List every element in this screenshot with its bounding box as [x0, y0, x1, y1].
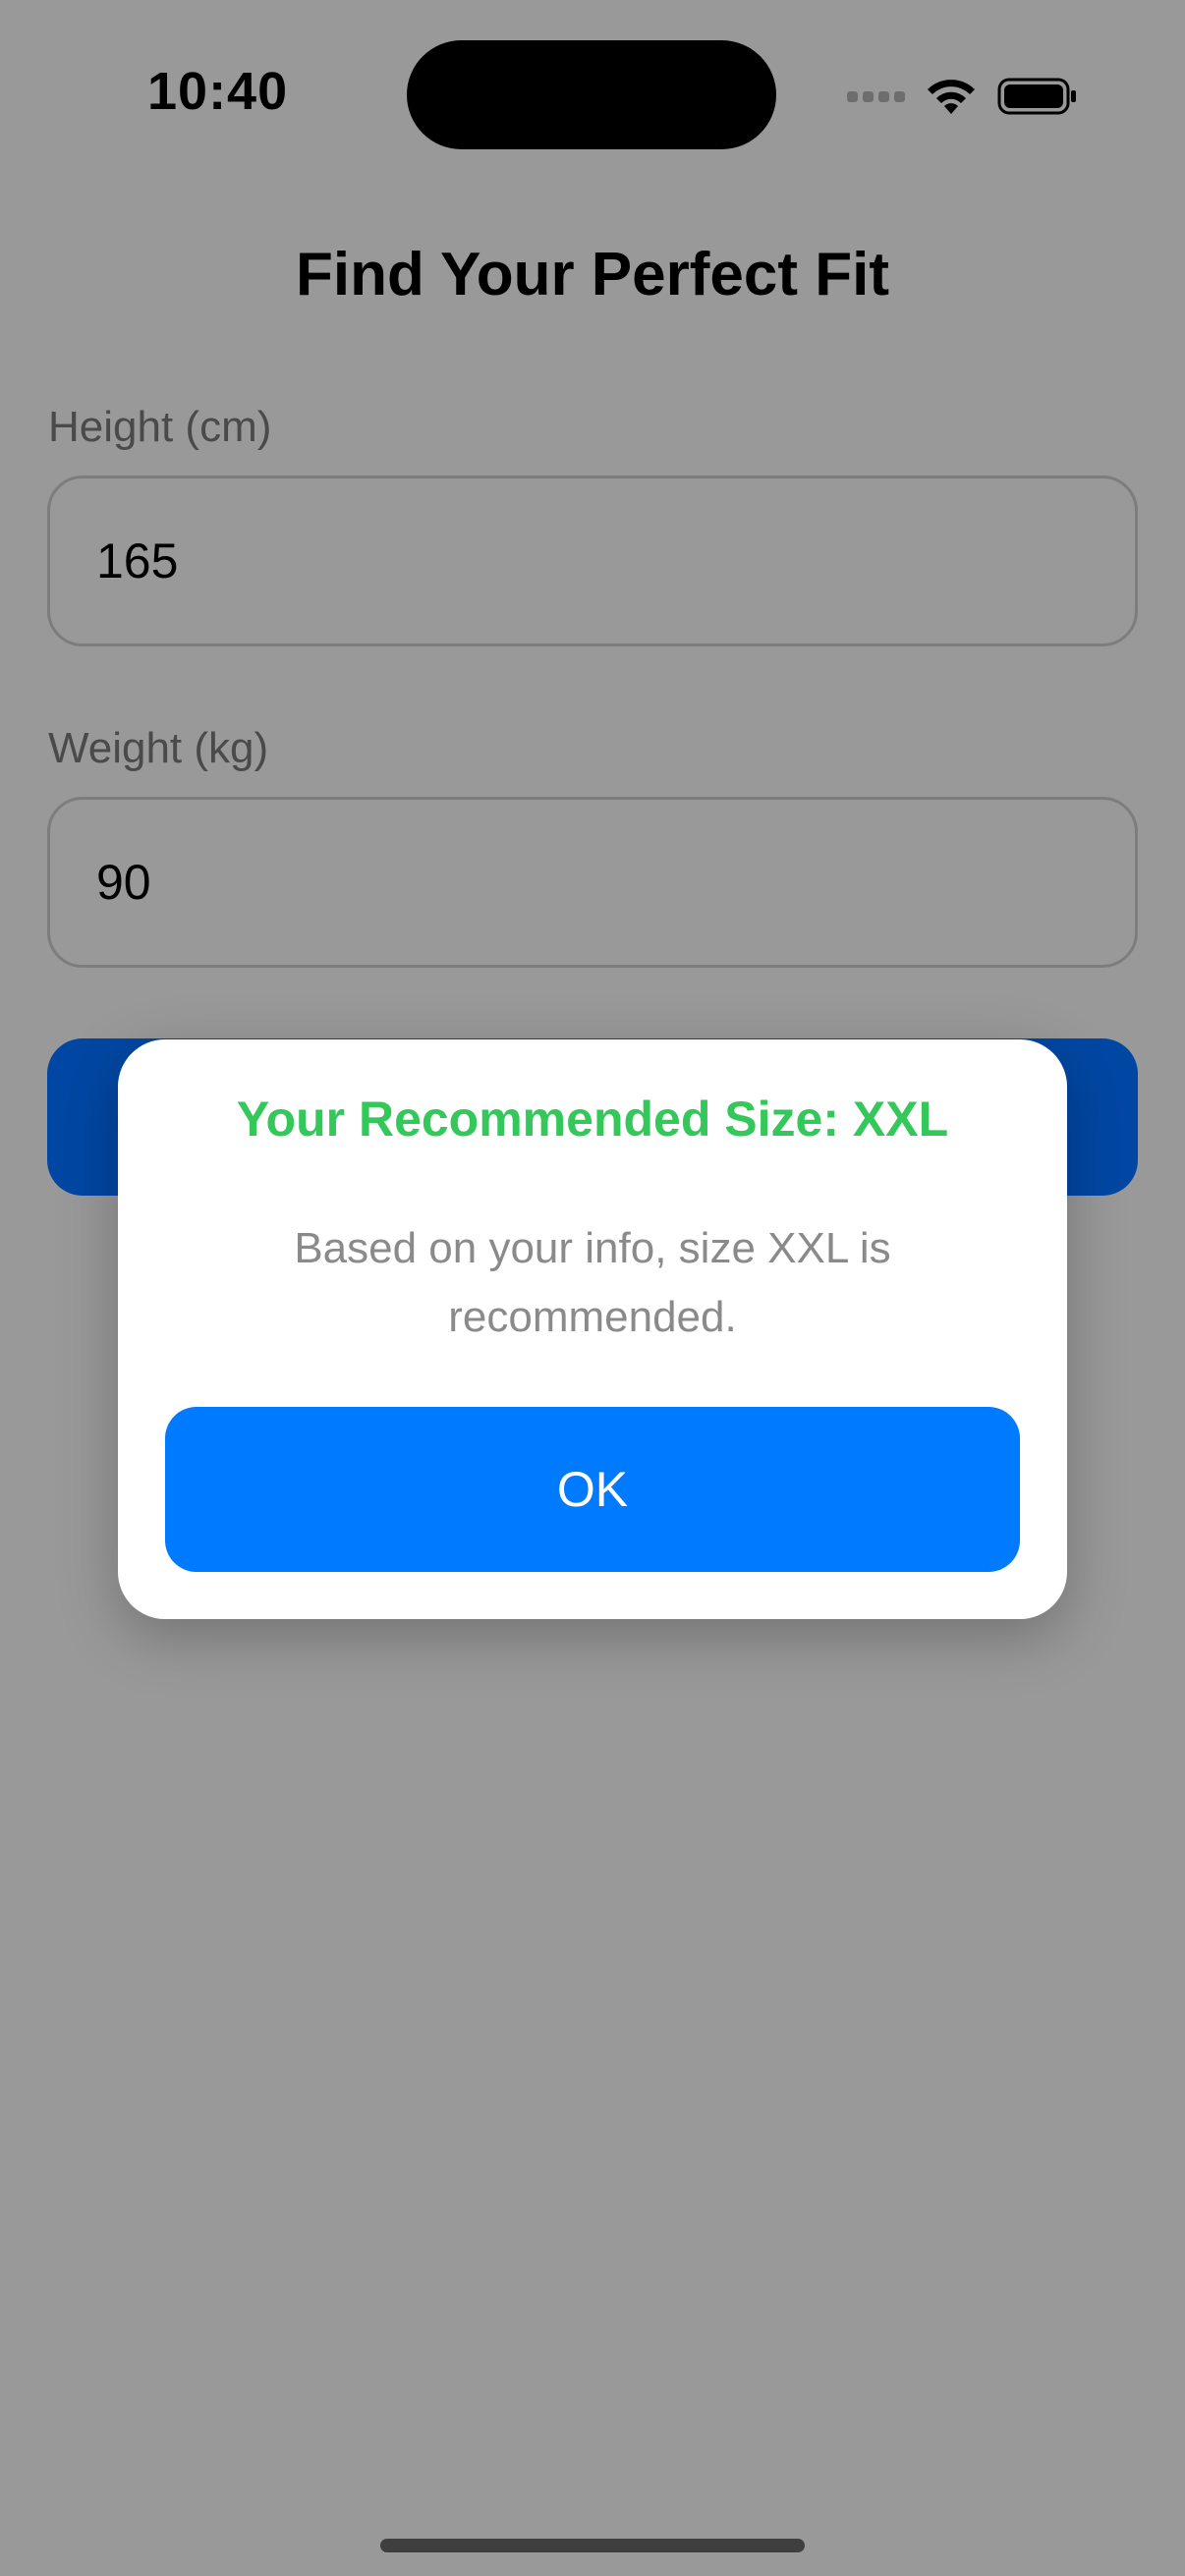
home-indicator[interactable] — [380, 2539, 805, 2552]
wifi-icon — [928, 80, 975, 114]
status-time: 10:40 — [147, 62, 289, 121]
weight-input[interactable]: 90 — [47, 797, 1138, 968]
page-title: Find Your Perfect Fit — [296, 241, 889, 308]
battery-icon — [997, 78, 1076, 115]
cellular-signal-icon — [847, 90, 905, 102]
weight-input-value: 90 — [96, 855, 151, 910]
dynamic-island — [407, 40, 776, 149]
height-input[interactable]: 165 — [47, 476, 1138, 646]
ok-button[interactable]: OK — [165, 1407, 1020, 1572]
dialog-title: Your Recommended Size: XXL — [236, 1092, 949, 1147]
dialog-message: Based on your info, size XXL is recommen… — [294, 1224, 891, 1341]
weight-label: Weight (kg) — [48, 724, 269, 772]
size-recommendation-dialog: Your Recommended Size: XXL Based on your… — [118, 1039, 1067, 1619]
status-icons — [847, 67, 1078, 126]
height-label: Height (cm) — [48, 403, 272, 451]
height-input-value: 165 — [96, 533, 179, 588]
